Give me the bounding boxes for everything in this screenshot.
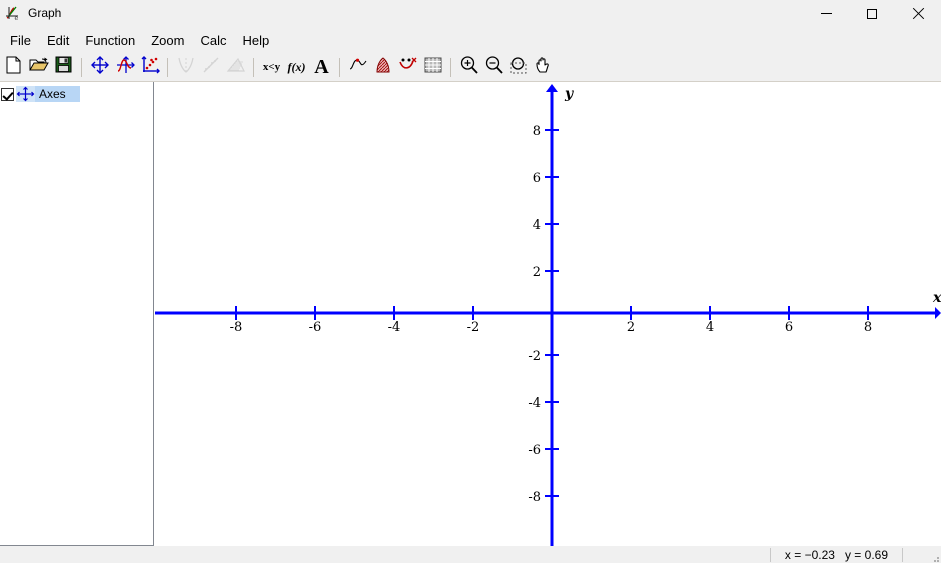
menu-file[interactable]: File <box>2 31 39 50</box>
svg-text:6: 6 <box>785 320 793 335</box>
svg-text:-8: -8 <box>528 490 541 505</box>
open-folder-icon <box>29 56 49 79</box>
tree-item-label[interactable]: Axes <box>35 86 80 102</box>
pan-hand-icon <box>534 55 554 80</box>
zoom-out-icon <box>484 55 504 80</box>
title-bar: e Graph <box>0 0 941 27</box>
minimize-icon <box>821 13 832 14</box>
new-document-button[interactable] <box>1 55 26 80</box>
axes-visibility-checkbox[interactable] <box>1 88 14 101</box>
close-button[interactable] <box>895 0 941 27</box>
insert-tangent-icon <box>176 55 196 80</box>
toolbar-separator <box>253 58 254 77</box>
svg-text:e: e <box>15 15 19 21</box>
zoom-in-button[interactable] <box>456 55 481 80</box>
minimize-button[interactable] <box>803 0 849 27</box>
toolbar-separator <box>450 58 451 77</box>
window-title: Graph <box>28 7 61 19</box>
y-axis-label: y <box>564 86 574 102</box>
svg-text:-4: -4 <box>388 320 401 335</box>
pan-button[interactable] <box>531 55 556 80</box>
resize-grip[interactable] <box>928 550 940 562</box>
tree-item-axes[interactable]: Axes <box>0 85 153 103</box>
toolbar-separator <box>167 58 168 77</box>
menu-zoom[interactable]: Zoom <box>143 31 192 50</box>
area-calc-icon <box>373 56 393 79</box>
menu-calc[interactable]: Calc <box>192 31 234 50</box>
svg-text:-2: -2 <box>528 349 541 364</box>
menu-edit[interactable]: Edit <box>39 31 77 50</box>
area-button[interactable] <box>370 55 395 80</box>
evaluate-curve-icon <box>348 56 368 79</box>
graph-application-window: e Graph File Edit Function Zoom Calc Hel… <box>0 0 941 563</box>
svg-text:2: 2 <box>627 320 635 335</box>
status-separator <box>902 548 903 562</box>
svg-text:-6: -6 <box>528 443 541 458</box>
toolbar: x<y f(x) A <box>0 53 941 82</box>
insert-point-series-button[interactable] <box>137 55 162 80</box>
svg-text:6: 6 <box>533 171 541 186</box>
new-document-icon <box>5 56 22 79</box>
cursor-coordinates: x = −0.23 y = 0.69 <box>771 548 902 562</box>
close-icon <box>912 8 924 20</box>
zoom-out-button[interactable] <box>481 55 506 80</box>
graph-canvas[interactable]: -8 -6 -4 -2 2 4 6 8 8 <box>155 82 941 546</box>
function-list-panel: Axes <box>0 82 154 546</box>
svg-text:-6: -6 <box>309 320 322 335</box>
zoom-window-icon <box>509 55 529 80</box>
svg-text:4: 4 <box>706 320 714 335</box>
insert-shading-icon <box>226 55 246 80</box>
insert-label-button[interactable]: A <box>309 55 334 80</box>
insert-tangent-button <box>173 55 198 80</box>
insert-point-series-icon <box>140 55 160 80</box>
svg-text:-8: -8 <box>230 320 243 335</box>
insert-fx-button[interactable]: f(x) <box>284 55 309 80</box>
insert-relation-button[interactable]: x<y <box>259 55 284 80</box>
graph-app-icon: e <box>5 5 21 21</box>
toolbar-separator <box>339 58 340 77</box>
zoom-window-button[interactable] <box>506 55 531 80</box>
animate-icon <box>398 56 418 79</box>
animate-button[interactable] <box>395 55 420 80</box>
evaluate-button[interactable] <box>345 55 370 80</box>
svg-text:-2: -2 <box>467 320 480 335</box>
svg-text:8: 8 <box>533 124 541 139</box>
svg-text:8: 8 <box>864 320 872 335</box>
function-fx-icon: f(x) <box>288 60 306 75</box>
svg-text:2: 2 <box>533 265 541 280</box>
axes-icon <box>16 86 35 102</box>
status-bar: x = −0.23 y = 0.69 <box>0 546 941 563</box>
insert-label-icon: A <box>314 56 328 79</box>
insert-function-button[interactable] <box>112 55 137 80</box>
save-button[interactable] <box>51 55 76 80</box>
insert-trendline-icon <box>201 55 221 80</box>
zoom-in-icon <box>459 55 479 80</box>
table-icon <box>424 57 442 78</box>
edit-axes-button[interactable] <box>87 55 112 80</box>
open-file-button[interactable] <box>26 55 51 80</box>
insert-shading-button <box>223 55 248 80</box>
table-button[interactable] <box>420 55 445 80</box>
relation-xy-icon: x<y <box>263 61 280 73</box>
maximize-icon <box>867 9 877 19</box>
maximize-button[interactable] <box>849 0 895 27</box>
menu-bar: File Edit Function Zoom Calc Help <box>0 27 941 53</box>
menu-help[interactable]: Help <box>234 31 277 50</box>
insert-axes-icon <box>90 55 110 80</box>
save-floppy-icon <box>55 56 72 78</box>
menu-function[interactable]: Function <box>77 31 143 50</box>
svg-text:-4: -4 <box>528 396 541 411</box>
insert-function-icon <box>115 55 135 80</box>
coordinate-system-plot: -8 -6 -4 -2 2 4 6 8 8 <box>155 82 941 546</box>
svg-text:4: 4 <box>533 218 541 233</box>
insert-trendline-button <box>198 55 223 80</box>
x-axis-label: x <box>932 290 941 306</box>
toolbar-separator <box>81 58 82 77</box>
window-controls <box>803 0 941 27</box>
